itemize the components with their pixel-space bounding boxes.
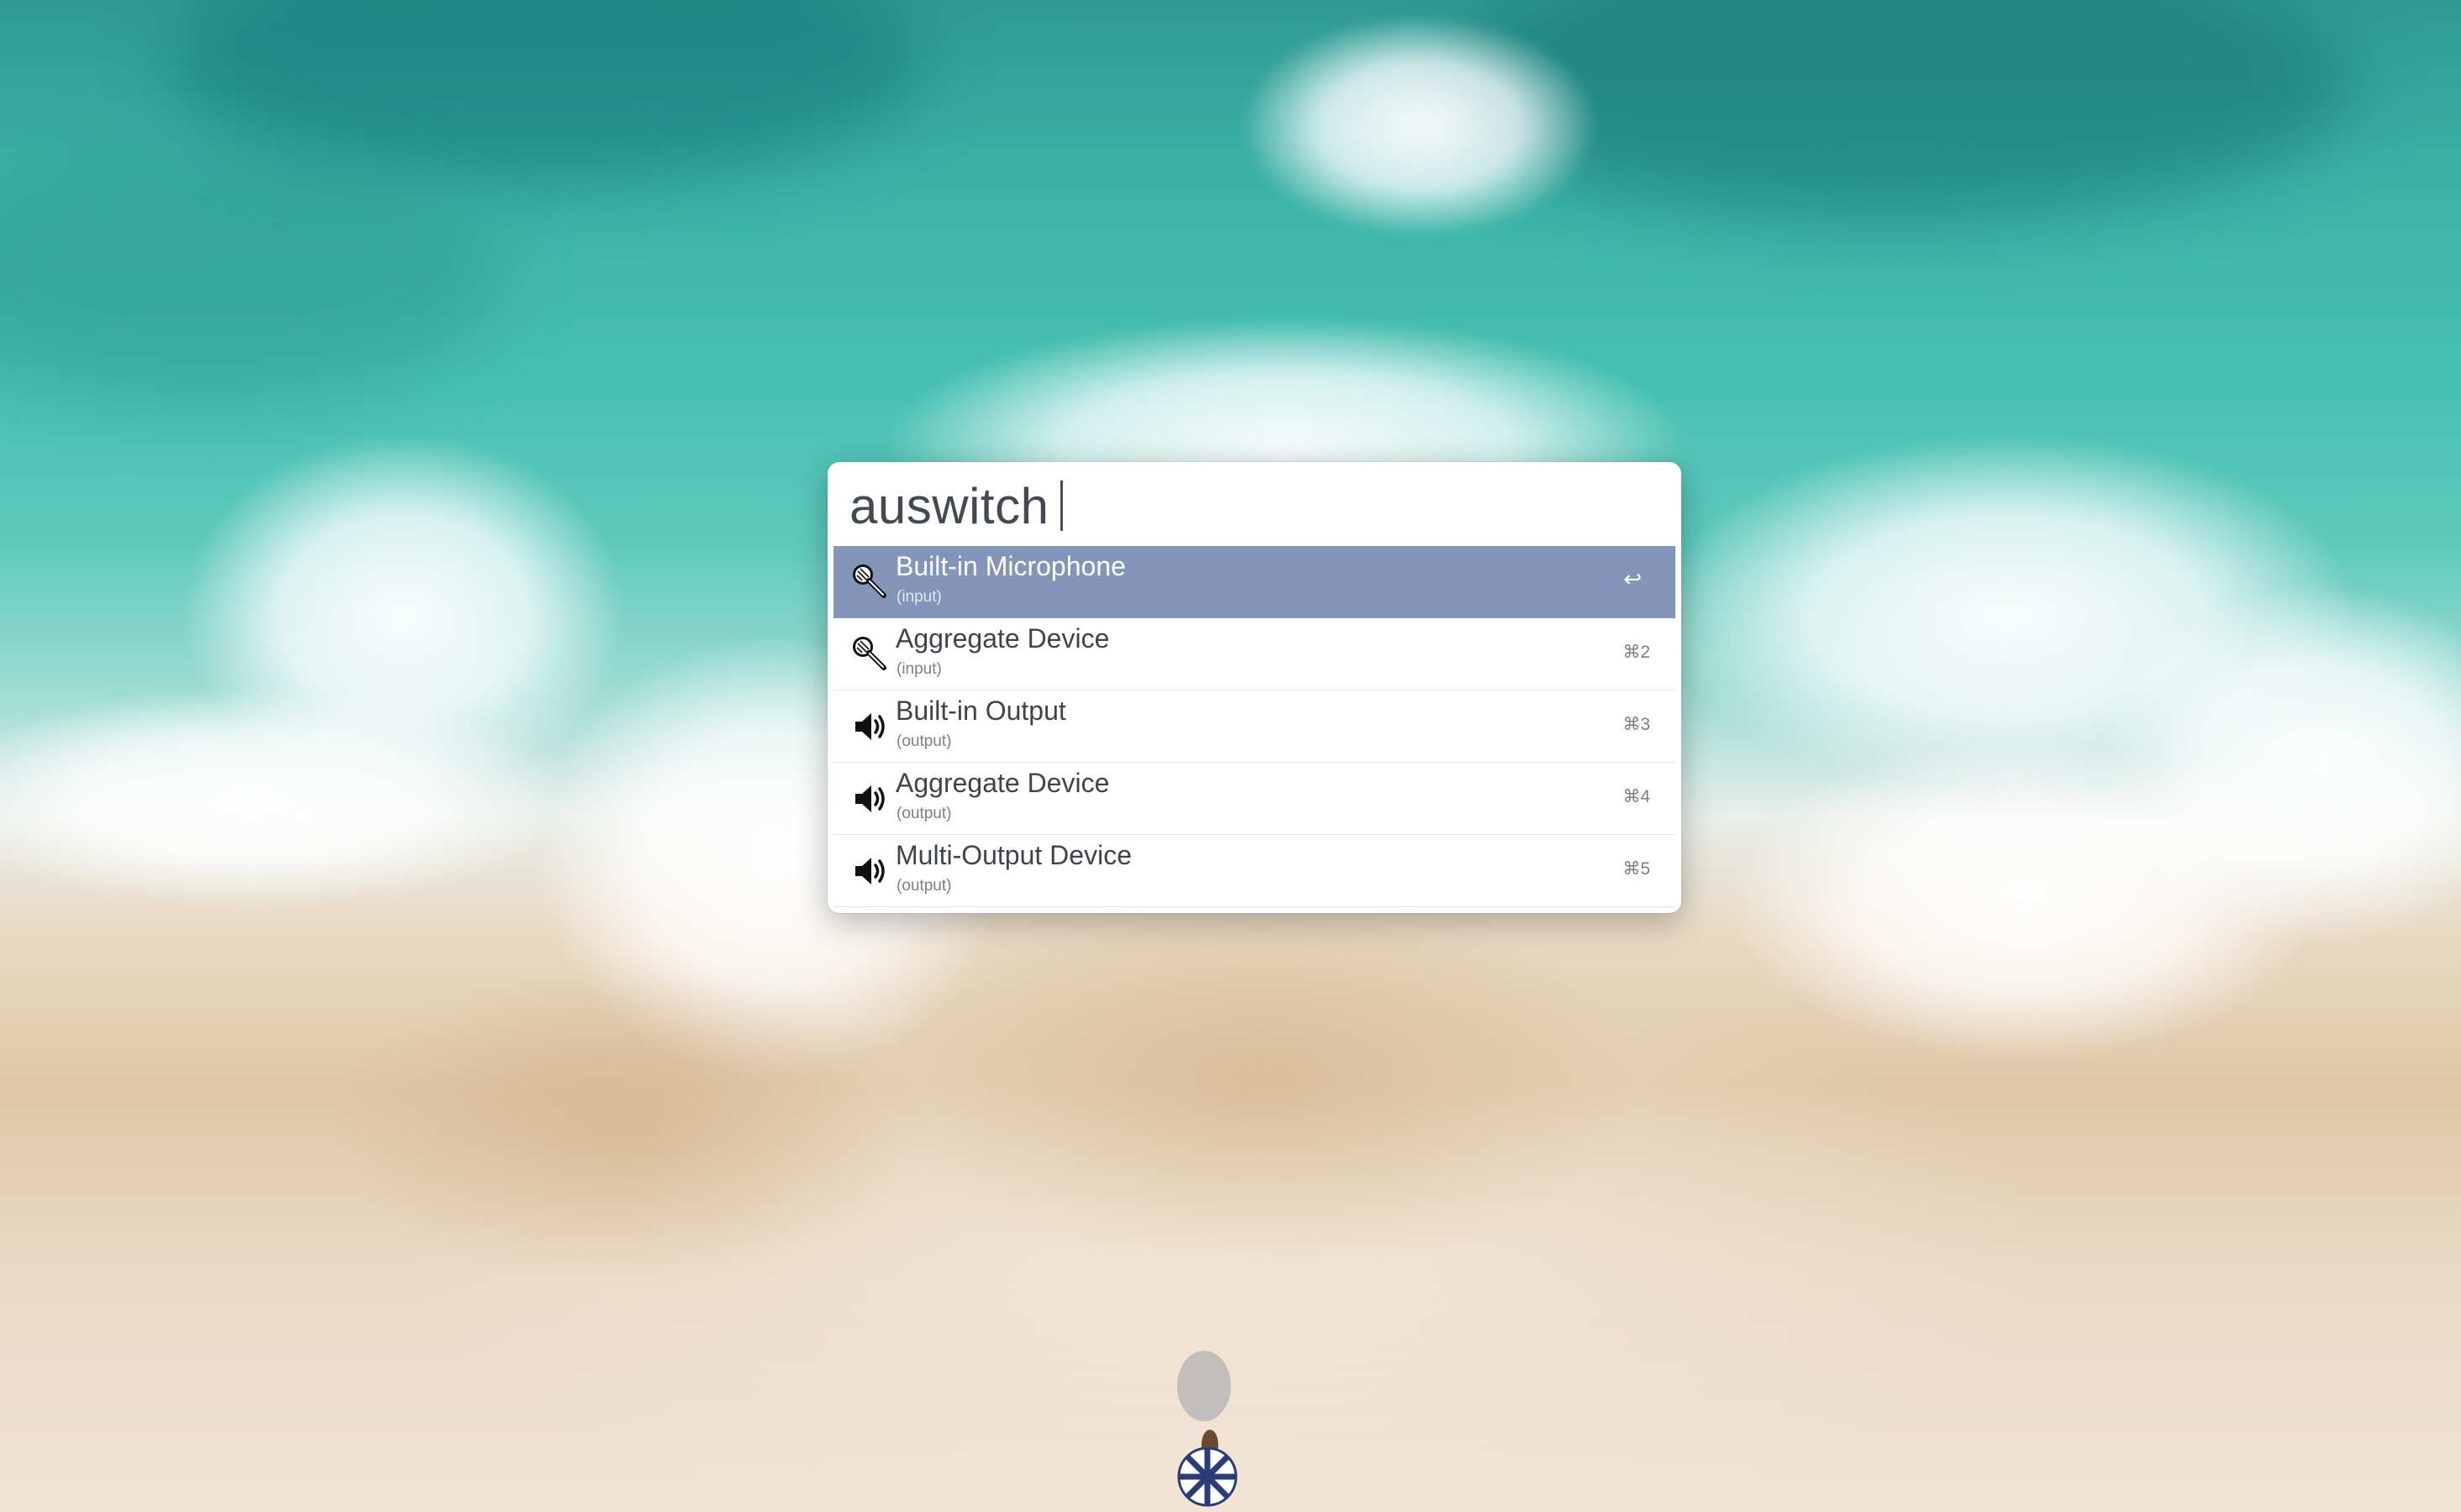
- result-title: Aggregate Device: [896, 768, 1110, 798]
- result-title: Built-in Microphone: [896, 551, 1126, 581]
- wallpaper-deep-water: [0, 151, 504, 403]
- microphone-icon: [850, 634, 891, 675]
- shortcut-hint: ⌘4: [1622, 787, 1650, 806]
- return-key-hint: ↩: [1623, 566, 1642, 591]
- result-subtitle: (input): [897, 588, 942, 606]
- text-caret: [1060, 480, 1064, 531]
- speaker-icon: [850, 851, 891, 891]
- result-row[interactable]: Aggregate Device (output) ⌘4: [833, 763, 1675, 835]
- result-row[interactable]: Built-in Microphone (input) ↩: [833, 546, 1675, 618]
- query-bar[interactable]: auswitch: [828, 462, 1681, 546]
- result-row[interactable]: Built-in Output (output) ⌘3: [833, 690, 1675, 763]
- result-subtitle: (input): [897, 660, 942, 678]
- result-subtitle: (output): [897, 877, 952, 895]
- result-title: Multi-Output Device: [896, 840, 1132, 870]
- result-title: Built-in Output: [896, 696, 1066, 726]
- wallpaper-person-umbrella: [1177, 1351, 1238, 1507]
- result-row[interactable]: Aggregate Device (input) ⌘2: [833, 618, 1675, 690]
- search-input-text: auswitch: [849, 477, 1049, 534]
- search-input[interactable]: auswitch: [849, 477, 1064, 534]
- shortcut-hint: ⌘3: [1622, 715, 1650, 734]
- results-list: Built-in Microphone (input) ↩ Aggregate Dev…: [833, 546, 1675, 907]
- wallpaper-wet-sand: [336, 966, 924, 1285]
- wallpaper-wet-sand: [882, 890, 1638, 1277]
- shortcut-hint: ⌘2: [1622, 643, 1650, 662]
- result-row[interactable]: Multi-Output Device (output) ⌘5: [833, 835, 1675, 907]
- wallpaper-wave-foam: [1244, 17, 1596, 235]
- microphone-icon: [850, 562, 891, 602]
- result-subtitle: (output): [897, 805, 952, 822]
- launcher-window: auswitch Built-in Microphone (input) ↩ Aggr…: [828, 462, 1681, 913]
- shortcut-hint: ⌘5: [1622, 859, 1650, 879]
- speaker-icon: [850, 706, 891, 747]
- speaker-icon: [850, 779, 891, 819]
- result-subtitle: (output): [897, 732, 952, 750]
- result-title: Aggregate Device: [896, 623, 1110, 654]
